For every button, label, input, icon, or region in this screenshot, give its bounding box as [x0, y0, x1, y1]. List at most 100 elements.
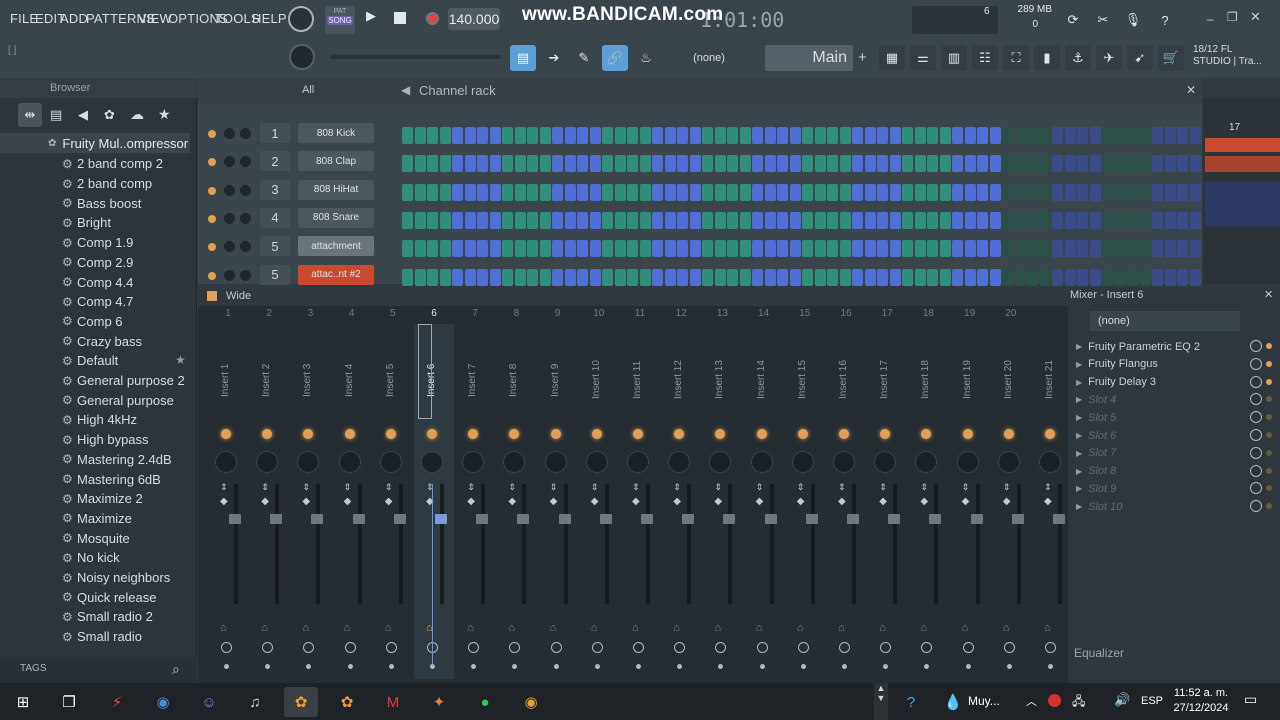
step-button[interactable] — [702, 127, 713, 144]
mega-icon[interactable]: M — [376, 687, 410, 717]
track-pan-knob[interactable] — [256, 451, 279, 473]
step-button[interactable] — [564, 211, 576, 229]
track-link-dot[interactable] — [265, 664, 271, 669]
step-button[interactable] — [577, 155, 588, 173]
step-button[interactable] — [539, 240, 551, 258]
step-button[interactable] — [514, 183, 526, 201]
browser-item[interactable]: ⚙ Comp 2.9 — [0, 253, 190, 273]
slot-enable-led[interactable] — [1266, 503, 1272, 510]
step-button[interactable] — [952, 240, 963, 258]
step-button[interactable] — [1052, 211, 1063, 229]
channel-mute-led[interactable] — [208, 271, 216, 280]
slot-enable-led[interactable] — [1266, 396, 1272, 403]
track-volume-fader[interactable] — [476, 514, 489, 524]
channel-name-button[interactable]: 808 Clap — [298, 151, 374, 172]
browser-item[interactable]: ⚙ High bypass — [0, 430, 190, 450]
track-record-icon[interactable] — [262, 642, 274, 653]
step-button[interactable] — [1089, 240, 1101, 258]
track-mute-led[interactable] — [756, 429, 767, 439]
track-send-icon[interactable]: ⌂ — [591, 622, 598, 634]
step-button[interactable] — [839, 127, 851, 144]
windows-start-icon[interactable]: ⊞ — [6, 687, 40, 717]
step-button[interactable] — [414, 211, 426, 229]
step-button[interactable] — [1002, 268, 1013, 286]
step-button[interactable] — [777, 211, 788, 229]
slot-mix-knob[interactable] — [1250, 411, 1262, 424]
step-button[interactable] — [814, 240, 826, 258]
track-stereo-icon[interactable]: ⇕ — [591, 482, 599, 492]
step-button[interactable] — [1039, 183, 1051, 201]
step-button[interactable] — [1189, 155, 1201, 173]
slot-mix-knob[interactable] — [1250, 500, 1262, 513]
track-link-dot[interactable] — [677, 664, 683, 669]
track-stereo-icon[interactable]: ⇕ — [920, 482, 928, 492]
insert-slot[interactable]: ▶ Fruity Parametric EQ 2 — [1076, 338, 1272, 355]
browser-item[interactable]: ⚙ Bass boost — [0, 193, 190, 213]
track-mute-led[interactable] — [468, 429, 479, 439]
step-button[interactable] — [814, 211, 826, 229]
step-button[interactable] — [977, 155, 988, 173]
step-button[interactable] — [1077, 211, 1088, 229]
track-route-icon[interactable]: ◆ — [550, 496, 558, 507]
mixer-track[interactable]: 3 Insert 3 ⇕ ◆ ⌂ — [290, 308, 330, 679]
step-button[interactable] — [689, 155, 701, 173]
channel-number[interactable]: 4 — [260, 207, 290, 228]
rack-filter[interactable]: All — [302, 84, 314, 96]
step-button[interactable] — [614, 211, 626, 229]
track-link-dot[interactable] — [718, 664, 724, 669]
track-send-icon[interactable]: ⌂ — [550, 622, 557, 634]
browser-item[interactable]: ⚙ Comp 1.9 — [0, 233, 190, 253]
track-volume-fader[interactable] — [682, 514, 695, 524]
step-button[interactable] — [589, 127, 601, 144]
track-route-icon[interactable]: ◆ — [632, 496, 640, 507]
step-button[interactable] — [1114, 268, 1126, 286]
browser-item[interactable]: ⚙ Small radio 2 — [0, 607, 190, 627]
step-button[interactable] — [764, 155, 776, 173]
browser-item[interactable]: ⚙ Maximize 2 — [0, 489, 190, 509]
track-send-icon[interactable]: ⌂ — [508, 622, 515, 634]
step-button[interactable] — [952, 183, 963, 201]
step-button[interactable] — [439, 268, 451, 286]
step-button[interactable] — [1164, 268, 1176, 286]
insert-slot[interactable]: ▶ Slot 5 — [1076, 409, 1272, 426]
step-button[interactable] — [452, 240, 463, 258]
step-button[interactable] — [827, 127, 838, 144]
track-mute-led[interactable] — [715, 429, 726, 439]
step-button[interactable] — [952, 211, 963, 229]
step-button[interactable] — [1152, 268, 1163, 286]
browser-item[interactable]: ⚙ Small radio — [0, 627, 190, 647]
step-button[interactable] — [627, 155, 638, 173]
step-button[interactable] — [677, 127, 688, 144]
spotify-icon[interactable]: ● — [468, 687, 502, 717]
browser-search-icon[interactable]: ⌕ — [172, 661, 180, 678]
track-route-icon[interactable]: ◆ — [508, 496, 516, 507]
step-button[interactable] — [439, 183, 451, 201]
browser-plugin-icon[interactable]: ✿ — [104, 107, 115, 123]
track-link-dot[interactable] — [636, 664, 641, 669]
step-button[interactable] — [939, 127, 951, 144]
step-button[interactable] — [1077, 240, 1088, 258]
step-button[interactable] — [539, 155, 551, 173]
step-button[interactable] — [689, 183, 701, 201]
step-button[interactable] — [877, 183, 888, 201]
step-button[interactable] — [764, 240, 776, 258]
step-button[interactable] — [989, 183, 1001, 201]
step-button[interactable] — [464, 155, 476, 173]
step-button[interactable] — [1089, 211, 1101, 229]
step-button[interactable] — [714, 268, 726, 286]
track-record-icon[interactable] — [591, 642, 603, 653]
step-button[interactable] — [452, 268, 463, 286]
step-button[interactable] — [1089, 183, 1101, 201]
step-button[interactable] — [702, 268, 713, 286]
step-button[interactable] — [777, 183, 788, 201]
step-button[interactable] — [614, 155, 626, 173]
insert-slot[interactable]: ▶ Slot 9 — [1076, 480, 1272, 497]
track-link-dot[interactable] — [1006, 664, 1012, 669]
track-link-dot[interactable] — [430, 664, 435, 669]
track-volume-fader[interactable] — [764, 514, 777, 524]
step-button[interactable] — [889, 240, 901, 258]
step-button[interactable] — [464, 127, 476, 144]
step-button[interactable] — [689, 211, 701, 229]
step-button[interactable] — [1139, 240, 1151, 258]
track-record-icon[interactable] — [468, 642, 480, 653]
